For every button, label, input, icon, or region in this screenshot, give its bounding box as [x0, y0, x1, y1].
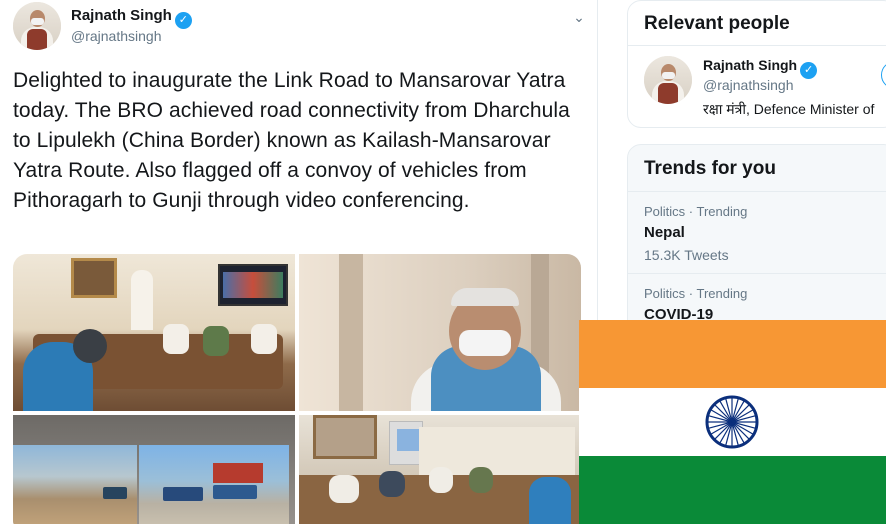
- trends-title: Trends for you: [644, 158, 776, 179]
- relevant-person-handle[interactable]: @rajnathsingh: [703, 77, 794, 93]
- tweet-photo-3[interactable]: [13, 415, 295, 524]
- relevant-people-title: Relevant people: [644, 13, 790, 34]
- ashoka-chakra-icon: [705, 395, 759, 449]
- trend-count: 15.3K Tweets: [644, 247, 729, 263]
- follow-button[interactable]: [881, 61, 886, 89]
- tweet-photo-4[interactable]: [299, 415, 581, 524]
- trend-name[interactable]: Nepal: [644, 224, 685, 241]
- author-avatar[interactable]: [13, 2, 61, 50]
- tweet-text: Delighted to inaugurate the Link Road to…: [13, 69, 570, 212]
- author-handle[interactable]: @rajnathsingh: [71, 28, 162, 44]
- tweet-photo-1[interactable]: [13, 254, 295, 411]
- tweet-photo-2[interactable]: [299, 254, 581, 411]
- media-grid: [13, 254, 581, 524]
- trend-meta: Politics · Trending: [644, 286, 748, 301]
- divider: [628, 45, 886, 46]
- author-name[interactable]: Rajnath Singh ✓: [71, 7, 192, 29]
- verified-badge-icon: ✓: [800, 62, 818, 79]
- author-name-text[interactable]: Rajnath Singh: [71, 7, 172, 24]
- relevant-people-panel: Relevant people Rajnath Singh ✓ @rajnaths…: [627, 0, 886, 128]
- chevron-down-icon[interactable]: ⌄: [569, 7, 589, 27]
- relevant-person-name[interactable]: Rajnath Singh ✓: [703, 57, 818, 79]
- flag-green-band: [579, 456, 886, 524]
- tweet-card: Rajnath Singh ✓ @rajnathsingh ⌄ Delighted…: [0, 0, 598, 524]
- relevant-person-name-text[interactable]: Rajnath Singh: [703, 57, 797, 73]
- verified-badge-icon: ✓: [174, 12, 192, 29]
- india-flag-overlay: [579, 320, 886, 524]
- trend-meta: Politics · Trending: [644, 204, 748, 219]
- relevant-person-bio: रक्षा मंत्री, Defence Minister of: [703, 101, 875, 117]
- relevant-person-avatar[interactable]: [644, 56, 692, 104]
- flag-saffron-band: [579, 320, 886, 388]
- tweet-header: Rajnath Singh ✓ @rajnathsingh ⌄: [13, 2, 588, 50]
- trend-item[interactable]: Politics · Trending Nepal 15.3K Tweets: [628, 191, 886, 273]
